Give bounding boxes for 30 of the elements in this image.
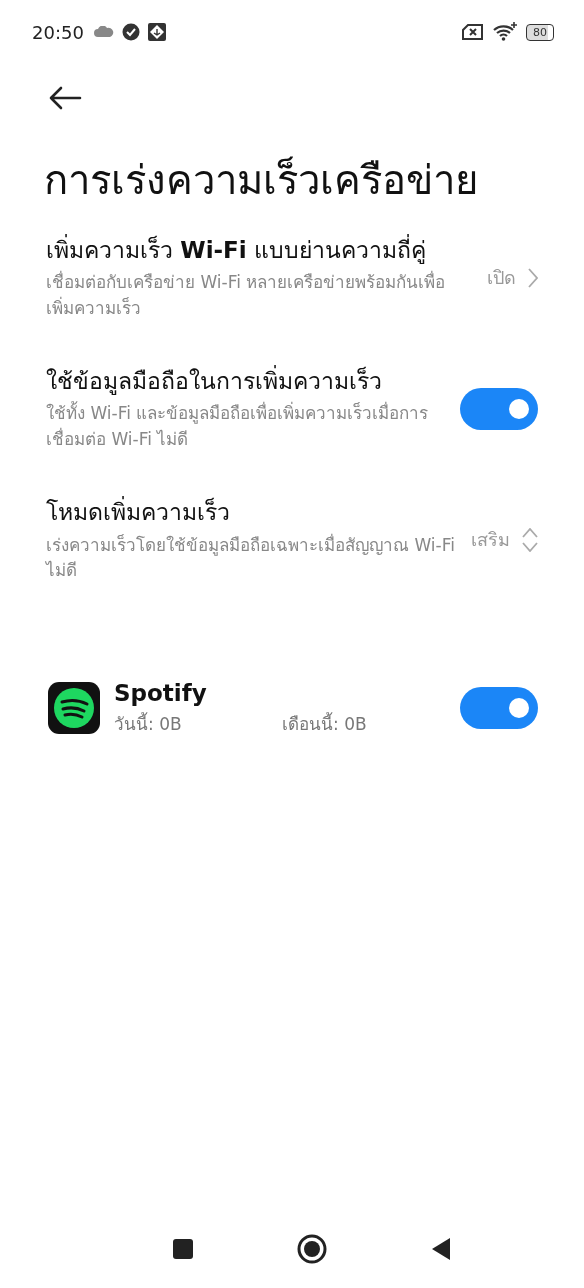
battery-icon: 80: [526, 23, 554, 41]
toggle-switch[interactable]: [460, 387, 538, 430]
setting-title: ใช้ข้อมูลมือถือในการเพิ่มความเร็ว: [46, 365, 444, 398]
usage-today: วันนี้: 0B: [114, 711, 183, 736]
wifi-icon: [492, 22, 518, 42]
setting-title: โหมดเพิ่มความเร็ว: [46, 496, 455, 529]
clock: 20:50: [32, 21, 84, 43]
image-icon: [147, 23, 166, 41]
setting-title: เพิ่มความเร็ว Wi-Fi แบบย่านความถี่คู่: [46, 234, 471, 267]
setting-row[interactable]: ใช้ข้อมูลมือถือในการเพิ่มความเร็ว ใช้ทั้ง Wi-Fi และข้อมูลมือถือเพื่อเพิ่มความเร็วเมื่อการเชื่อมต่อ Wi-Fi ไม่ดี: [0, 365, 584, 453]
check-circle-icon: [121, 23, 140, 41]
usage-month: เดือนนี้: 0B: [282, 711, 367, 736]
setting-row[interactable]: เพิ่มความเร็ว Wi-Fi แบบย่านความถี่คู่ เชื่อมต่อกับเครือข่าย Wi-Fi หลายเครือข่ายพร้อมกันเพื่อเพิ่มความเร็ว เปิด: [0, 234, 584, 322]
recents-button[interactable]: [173, 1239, 193, 1259]
setting-description: ใช้ทั้ง Wi-Fi และข้อมูลมือถือเพื่อเพิ่มความเร็วเมื่อการเชื่อมต่อ Wi-Fi ไม่ดี: [46, 401, 430, 451]
setting-description: เร่งความเร็วโดยใช้ข้อมูลมือถือเฉพาะเมื่อสัญญาณ Wi-Fi ไม่ดี: [46, 532, 455, 583]
music-app-icon: [48, 682, 100, 735]
toggle-switch[interactable]: [460, 687, 538, 730]
setting-value: เปิด: [487, 266, 516, 291]
page-title: การเร่งความเร็วเครือข่าย: [44, 155, 479, 205]
app-name: Spotify: [114, 679, 208, 706]
setting-value: เสริม: [471, 528, 510, 553]
sim-off-icon: [462, 24, 484, 40]
setting-description: เชื่อมต่อกับเครือข่าย Wi-Fi หลายเครือข่ายพร้อมกันเพื่อเพิ่มความเร็ว: [46, 270, 447, 320]
setting-row[interactable]: โหมดเพิ่มความเร็ว เร่งความเร็วโดยใช้ข้อมูลมือถือเฉพาะเมื่อสัญญาณ Wi-Fi ไม่ดี เสริม: [0, 496, 584, 584]
home-button[interactable]: [297, 1234, 327, 1264]
cloud-icon: [93, 26, 114, 38]
back-nav-button[interactable]: [431, 1237, 451, 1261]
chevron-right-icon: [528, 267, 538, 288]
up-down-chevron-icon: [522, 527, 538, 552]
